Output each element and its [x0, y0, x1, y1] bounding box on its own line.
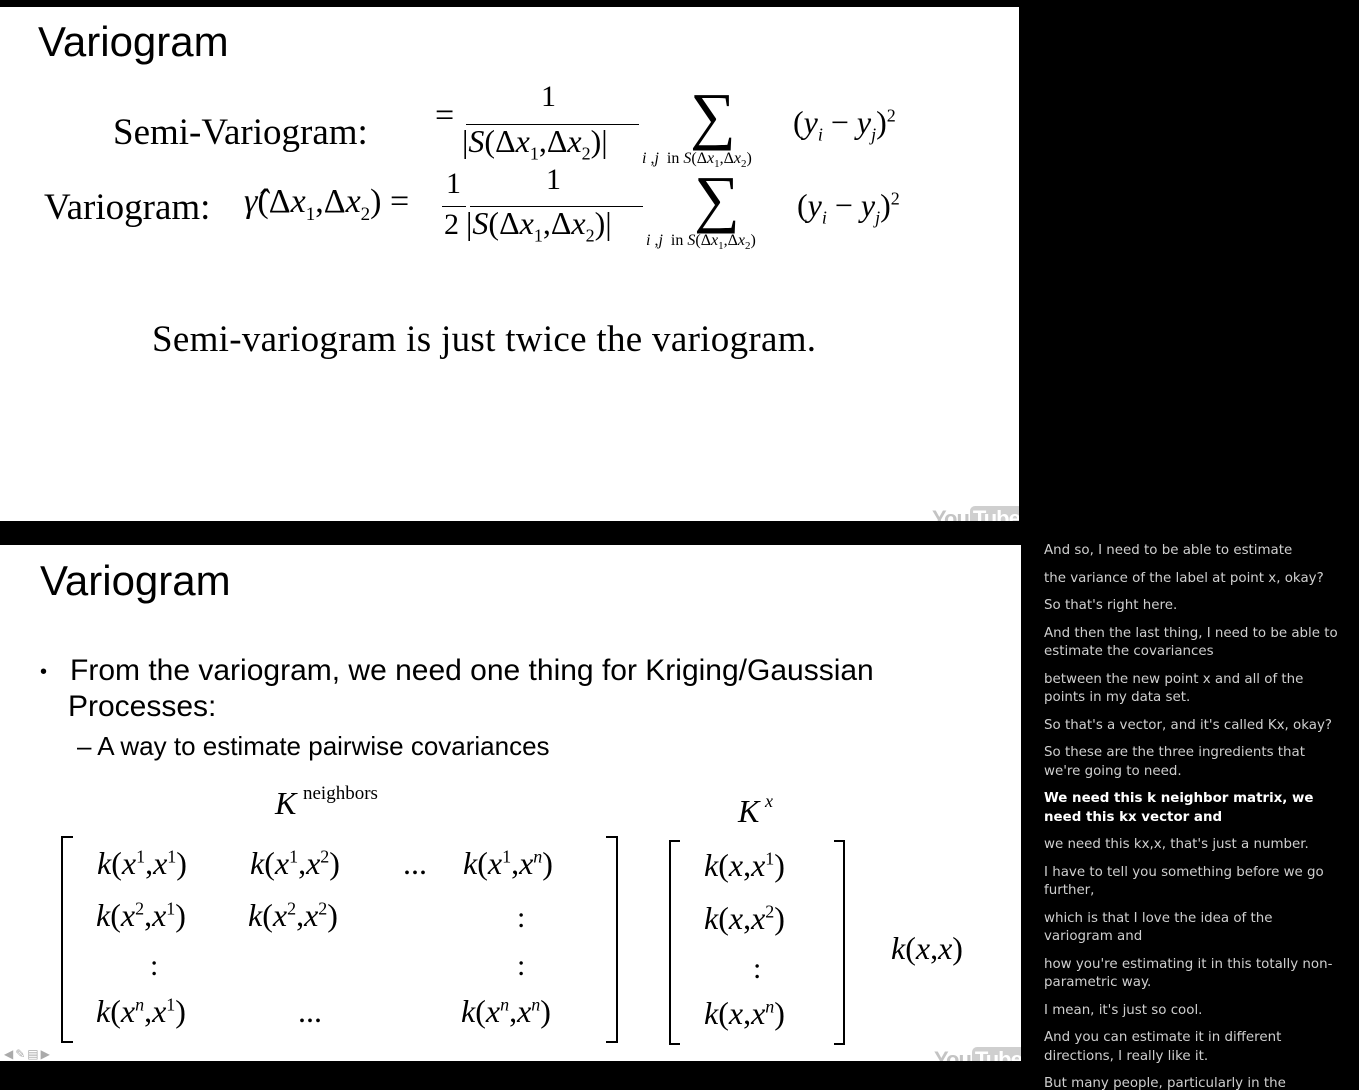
- matrix-cell: k(x1,x2): [250, 845, 340, 881]
- matrix-cell: k(x1,x1): [97, 845, 187, 881]
- half-numerator: 1: [446, 167, 461, 200]
- half-bar: [442, 206, 466, 207]
- transcript-line[interactable]: between the new point x and all of the p…: [1044, 671, 1344, 708]
- transcript-line[interactable]: So that's right here.: [1044, 597, 1344, 616]
- summation-symbol: ∑: [690, 80, 736, 151]
- k-neighbors-superscript: neighbors: [303, 783, 378, 804]
- transcript-line[interactable]: I have to tell you something before we g…: [1044, 864, 1344, 901]
- summation-index-2: i ,j in S(Δx1,Δx2): [646, 232, 756, 253]
- slide-note: Semi-variogram is just twice the variogr…: [152, 319, 817, 360]
- bullet-text: From the variogram, we need one thing fo…: [70, 654, 874, 687]
- vector-cell: k(x,x1): [704, 847, 785, 883]
- half-denominator: 2: [444, 208, 459, 241]
- transcript-line[interactable]: So that's a vector, and it's called Kx, …: [1044, 717, 1344, 736]
- matrix-cell: k(x2,x1): [96, 897, 186, 933]
- matrix-ellipsis: ...: [403, 845, 427, 881]
- transcript-line[interactable]: And you can estimate it in different dir…: [1044, 1029, 1344, 1066]
- menu-icon[interactable]: ▤: [27, 1047, 40, 1061]
- matrix-cell: k(xn,xn): [461, 993, 551, 1029]
- summation-symbol-2: ∑: [694, 163, 740, 234]
- pen-icon[interactable]: ✎: [15, 1047, 27, 1061]
- vector-vdots: :: [753, 952, 762, 985]
- sub-bullet: – A way to estimate pairwise covariances: [77, 731, 550, 761]
- matrix-right-bracket: [606, 836, 618, 1043]
- vector-cell: k(x,x2): [704, 900, 785, 936]
- transcript-line[interactable]: which is that I love the idea of the var…: [1044, 910, 1344, 947]
- bullet-text-continued: Processes:: [68, 690, 217, 723]
- squared-difference-2: (yi − yj)2: [797, 187, 900, 228]
- slide-variogram-definition: Variogram Semi-Variogram: = 1 |S(Δx1,Δx2…: [0, 7, 1019, 521]
- slide-nav-controls: ◀✎▤▶: [4, 1047, 52, 1061]
- kx-symbol: K: [738, 793, 760, 829]
- vector-cell: k(x,xn): [704, 995, 785, 1031]
- set-size-denominator-2: |S(Δx1,Δx2)|: [466, 205, 612, 246]
- transcript-panel[interactable]: And so, I need to be able to estimate the…: [1021, 542, 1359, 1090]
- matrix-left-bracket: [61, 836, 73, 1043]
- matrix-vdots: :: [517, 901, 526, 934]
- matrix-cell: k(x1,xn): [463, 845, 553, 881]
- k-x-x-scalar: k(x,x): [891, 930, 963, 966]
- matrix-vdots: :: [517, 949, 526, 982]
- forward-arrow-icon[interactable]: ▶: [41, 1047, 52, 1061]
- youtube-watermark: You Tube: [932, 506, 1019, 521]
- transcript-line[interactable]: we need this kx,x, that's just a number.: [1044, 836, 1344, 855]
- set-size-denominator: |S(Δx1,Δx2)|: [462, 123, 608, 164]
- matrix-ellipsis: ...: [298, 993, 322, 1029]
- transcript-line[interactable]: the variance of the label at point x, ok…: [1044, 570, 1344, 589]
- back-arrow-icon[interactable]: ◀: [4, 1047, 15, 1061]
- matrix-cell: k(x2,x2): [248, 897, 338, 933]
- bullet-dot: •: [40, 661, 48, 683]
- transcript-line[interactable]: And then the last thing, I need to be ab…: [1044, 625, 1344, 662]
- transcript-line[interactable]: And so, I need to be able to estimate: [1044, 542, 1344, 561]
- transcript-line[interactable]: But many people, particularly in the mac…: [1044, 1075, 1344, 1090]
- transcript-line-active[interactable]: We need this k neighbor matrix, we need …: [1044, 790, 1344, 827]
- transcript-line[interactable]: I mean, it's just so cool.: [1044, 1002, 1344, 1021]
- kx-superscript: x: [765, 791, 773, 811]
- slide-title: Variogram: [40, 557, 231, 604]
- vector-left-bracket: [669, 840, 680, 1045]
- k-neighbors-symbol: K: [275, 785, 297, 821]
- transcript-line[interactable]: how you're estimating it in this totally…: [1044, 956, 1344, 993]
- fraction-numerator: 1: [541, 80, 556, 113]
- youtube-watermark: You Tube: [934, 1047, 1021, 1061]
- matrix-cell: k(xn,x1): [96, 993, 186, 1029]
- vector-right-bracket: [834, 840, 845, 1045]
- slide-kriging-ingredients: Variogram • From the variogram, we need …: [0, 545, 1021, 1061]
- semi-variogram-label: Semi-Variogram:: [113, 112, 368, 153]
- squared-difference: (yi − yj)2: [793, 104, 896, 145]
- gamma-hat-expression: γ̂(Δx1,Δx2) =: [244, 183, 410, 225]
- slide-title: Variogram: [38, 18, 229, 65]
- matrix-vdots: :: [150, 949, 159, 982]
- equals-sign: =: [435, 97, 455, 134]
- variogram-label: Variogram:: [44, 187, 211, 228]
- transcript-line[interactable]: So these are the three ingredients that …: [1044, 744, 1344, 781]
- fraction2-numerator: 1: [546, 163, 561, 196]
